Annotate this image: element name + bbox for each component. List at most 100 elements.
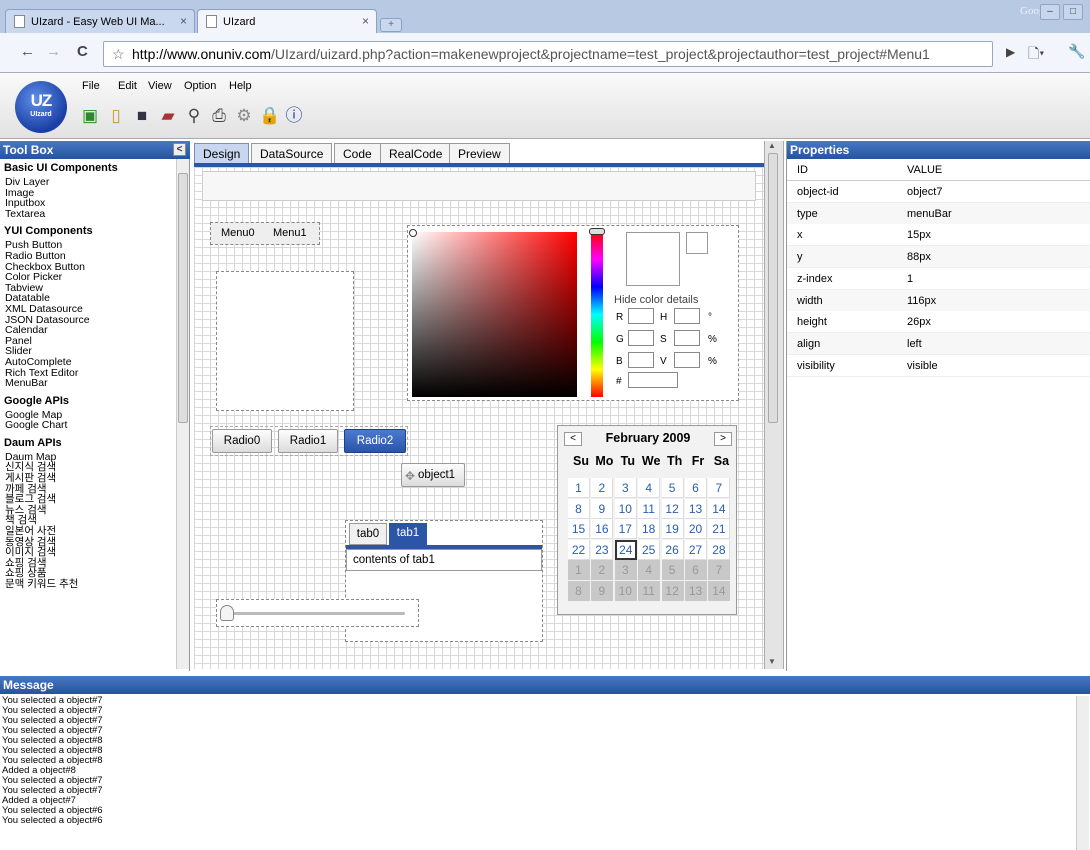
menu-view[interactable]: View	[148, 80, 172, 92]
property-value[interactable]: object7	[907, 181, 942, 203]
calendar-day[interactable]: 23	[591, 539, 614, 560]
menubar-object[interactable]: Menu0 Menu1	[210, 222, 320, 245]
calendar-day[interactable]: 26	[661, 539, 684, 560]
r-input[interactable]	[628, 308, 654, 324]
scroll-up-icon[interactable]: ▲	[768, 141, 776, 150]
radio-button-1[interactable]: Radio1	[278, 429, 338, 453]
editor-tab-datasource[interactable]: DataSource	[251, 143, 333, 164]
property-row[interactable]: width 116px	[787, 289, 1090, 312]
calendar-object[interactable]: < February 2009 > Su Mo Tu We Th Fr Sa 1 2 3 4 5 6 7 8…	[557, 425, 737, 615]
property-value[interactable]: menuBar	[907, 203, 952, 225]
calendar-day[interactable]: 13	[685, 498, 707, 519]
hue-slider-thumb[interactable]	[589, 228, 605, 235]
hex-input[interactable]	[628, 372, 678, 388]
property-value[interactable]: 88px	[907, 246, 931, 268]
calendar-day[interactable]: 9	[591, 580, 614, 601]
property-row[interactable]: object-id object7	[787, 181, 1090, 203]
property-row[interactable]: z-index 1	[787, 267, 1090, 290]
calendar-day[interactable]: 5	[661, 478, 684, 498]
browser-tab-1[interactable]: UIzard - Easy Web UI Ma... ×	[5, 9, 195, 33]
message-scrollbar[interactable]	[1076, 696, 1089, 850]
move-icon[interactable]: ✥	[405, 465, 415, 487]
menubar-item-menu0[interactable]: Menu0	[221, 227, 255, 239]
editor-tab-design[interactable]: Design	[194, 143, 250, 164]
page-menu-icon[interactable]: 🗋▾	[1028, 43, 1044, 67]
toolbox-item[interactable]: Div Layer	[4, 177, 176, 188]
calendar-day[interactable]: 8	[568, 580, 590, 601]
toolbox-scrollbar[interactable]	[176, 159, 189, 669]
b-input[interactable]	[628, 352, 654, 368]
scroll-thumb[interactable]	[178, 173, 188, 423]
calendar-day[interactable]: 20	[685, 519, 707, 539]
object1-button[interactable]: ✥ object1	[401, 463, 465, 487]
scroll-thumb[interactable]	[768, 153, 778, 423]
calendar-day[interactable]: 15	[568, 519, 590, 539]
calendar-day[interactable]: 28	[708, 539, 731, 560]
calendar-day[interactable]: 18	[638, 519, 661, 539]
save-icon[interactable]: ■	[132, 106, 152, 126]
calendar-day[interactable]: 16	[591, 519, 614, 539]
calendar-day[interactable]: 6	[685, 478, 707, 498]
editor-tab-preview[interactable]: Preview	[449, 143, 510, 164]
new-project-icon[interactable]: ▣	[80, 106, 100, 126]
toolbox-item[interactable]: XML Datasource	[4, 304, 176, 315]
calendar-day[interactable]: 7	[708, 560, 731, 580]
g-input[interactable]	[628, 330, 654, 346]
calendar-day[interactable]: 10	[614, 580, 637, 601]
calendar-day[interactable]: 17	[614, 519, 637, 539]
calendar-day[interactable]: 21	[708, 519, 731, 539]
address-bar[interactable]: ☆ http://www.onuniv.com/UIzard/uizard.php…	[103, 41, 993, 67]
calendar-day[interactable]: 2	[591, 478, 614, 498]
scroll-down-icon[interactable]: ▼	[768, 657, 776, 666]
color-field-cursor[interactable]	[409, 229, 417, 237]
calendar-day[interactable]: 14	[708, 498, 731, 519]
design-canvas[interactable]: Menu0 Menu1 Hide color details R H ° G S…	[194, 167, 764, 669]
search-icon[interactable]: ⚲	[184, 106, 204, 126]
reload-icon[interactable]: C	[77, 43, 88, 60]
calendar-day[interactable]: 24	[614, 539, 637, 560]
calendar-next-button[interactable]: >	[714, 432, 732, 446]
toolbox-item[interactable]: Google Chart	[4, 420, 176, 431]
calendar-day[interactable]: 3	[614, 478, 637, 498]
new-tab-button[interactable]: +	[380, 18, 402, 32]
editor-tab-realcode[interactable]: RealCode	[380, 143, 452, 164]
calendar-day[interactable]: 11	[638, 498, 661, 519]
property-value[interactable]: 15px	[907, 224, 931, 246]
radio-button-2[interactable]: Radio2	[344, 429, 406, 453]
menubar-item-menu1[interactable]: Menu1	[273, 227, 307, 239]
calendar-day[interactable]: 8	[568, 498, 590, 519]
menu-file[interactable]: File	[82, 80, 100, 92]
tabview-tab-0[interactable]: tab0	[349, 523, 387, 545]
calendar-day[interactable]: 2	[591, 560, 614, 580]
wrench-icon[interactable]: 🔧	[1068, 43, 1085, 60]
property-value[interactable]: 116px	[907, 290, 936, 312]
toolbox-item[interactable]: AutoComplete	[4, 357, 176, 368]
calendar-day[interactable]: 13	[685, 580, 707, 601]
calendar-day[interactable]: 12	[661, 580, 684, 601]
toolbox-item[interactable]: Radio Button	[4, 251, 176, 262]
property-row[interactable]: y 88px	[787, 246, 1090, 269]
calendar-day[interactable]: 11	[638, 580, 661, 601]
menu-help[interactable]: Help	[229, 80, 252, 92]
calendar-day[interactable]: 9	[591, 498, 614, 519]
h-input[interactable]	[674, 308, 700, 324]
minimize-button[interactable]: –	[1040, 4, 1060, 20]
slider-object[interactable]	[216, 599, 419, 627]
calendar-day[interactable]: 25	[638, 539, 661, 560]
info-icon[interactable]: ⓘ	[284, 106, 304, 126]
property-row[interactable]: align left	[787, 332, 1090, 355]
close-tab-icon[interactable]: ×	[362, 14, 369, 28]
toolbox-item[interactable]: 문맥 키워드 추천	[4, 579, 176, 590]
collapse-left-icon[interactable]: <	[173, 143, 186, 156]
calendar-day[interactable]: 10	[614, 498, 637, 519]
toolbox-item[interactable]: MenuBar	[4, 378, 176, 389]
hide-color-details-link[interactable]: Hide color details	[614, 294, 698, 306]
back-icon[interactable]: ←	[20, 43, 35, 60]
calendar-day[interactable]: 1	[568, 560, 590, 580]
calendar-day[interactable]: 7	[708, 478, 731, 498]
slider-thumb[interactable]	[220, 605, 234, 621]
lock-icon[interactable]: 🔒	[259, 106, 280, 126]
calendar-day[interactable]: 5	[661, 560, 684, 580]
property-value[interactable]: 1	[907, 268, 913, 290]
open-project-icon[interactable]: ▯	[106, 106, 126, 126]
